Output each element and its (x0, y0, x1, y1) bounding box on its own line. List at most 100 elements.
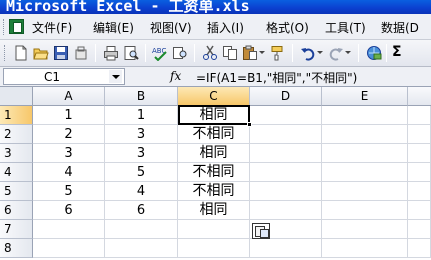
paste-dropdown-arrow[interactable] (259, 45, 265, 61)
formula-input[interactable]: =IF(A1=B1,"相同","不相同") (196, 69, 357, 86)
cell-c1[interactable]: 相同 (178, 106, 250, 125)
cell-a7[interactable] (33, 220, 105, 239)
window-title: Microsoft Excel - 工资单.xls (6, 0, 250, 14)
menu-view[interactable]: 视图(V) (150, 19, 192, 36)
column-header-a[interactable]: A (33, 87, 105, 106)
print-icon[interactable] (103, 45, 119, 61)
print-preview-icon[interactable] (123, 45, 139, 61)
cell-f4[interactable] (408, 163, 431, 182)
copy-icon[interactable] (222, 45, 238, 61)
toolbar-separator (145, 44, 146, 62)
paste-icon[interactable] (242, 45, 258, 61)
toolbar-separator (194, 44, 195, 62)
cell-a4[interactable]: 4 (33, 163, 105, 182)
new-icon[interactable] (13, 45, 29, 61)
cell-c5[interactable]: 不相同 (178, 182, 250, 201)
cell-c8[interactable] (178, 239, 250, 258)
column-header-e[interactable]: E (322, 87, 408, 106)
open-icon[interactable] (33, 45, 49, 61)
toolbar-grip[interactable] (4, 45, 7, 61)
paste-options-icon[interactable] (252, 223, 270, 239)
menu-file[interactable]: 文件(F) (32, 19, 72, 36)
column-header-b[interactable]: B (105, 87, 178, 106)
row-header[interactable]: 8 (0, 239, 33, 258)
cell-d5[interactable] (250, 182, 322, 201)
cell-e3[interactable] (322, 144, 408, 163)
cell-d6[interactable] (250, 201, 322, 220)
column-header-f[interactable] (408, 87, 431, 106)
cut-icon[interactable] (202, 45, 218, 61)
cell-f2[interactable] (408, 125, 431, 144)
cell-c6[interactable]: 相同 (178, 201, 250, 220)
row-header[interactable]: 5 (0, 182, 33, 201)
cell-f1[interactable] (408, 106, 431, 125)
cell-f6[interactable] (408, 201, 431, 220)
permission-icon[interactable] (73, 45, 89, 61)
cell-b7[interactable] (105, 220, 178, 239)
menu-bar: 文件(F) 编辑(E) 视图(V) 插入(I) 格式(O) 工具(T) 数据(D (0, 14, 431, 40)
cell-e5[interactable] (322, 182, 408, 201)
autosum-icon[interactable]: Σ (392, 44, 408, 60)
menu-insert[interactable]: 插入(I) (207, 19, 244, 36)
undo-icon[interactable] (300, 45, 316, 61)
column-header-c[interactable]: C (178, 87, 250, 106)
cell-f7[interactable] (408, 220, 431, 239)
cell-b1[interactable]: 1 (105, 106, 178, 125)
insert-function-icon[interactable]: fx (170, 69, 181, 83)
cell-f8[interactable] (408, 239, 431, 258)
redo-icon[interactable] (328, 45, 344, 61)
spelling-icon[interactable]: ABC (152, 45, 168, 61)
excel-app-icon[interactable] (9, 19, 24, 34)
cell-b6[interactable]: 6 (105, 201, 178, 220)
cell-e6[interactable] (322, 201, 408, 220)
menu-edit[interactable]: 编辑(E) (93, 19, 134, 36)
cell-c7[interactable] (178, 220, 250, 239)
cell-c4[interactable]: 不相同 (178, 163, 250, 182)
cell-d4[interactable] (250, 163, 322, 182)
cell-d8[interactable] (250, 239, 322, 258)
cell-a6[interactable]: 6 (33, 201, 105, 220)
cell-e1[interactable] (322, 106, 408, 125)
cell-d2[interactable] (250, 125, 322, 144)
undo-dropdown-arrow[interactable] (317, 45, 323, 61)
cell-e7[interactable] (322, 220, 408, 239)
format-painter-icon[interactable] (270, 45, 286, 61)
row-header[interactable]: 3 (0, 144, 33, 163)
cell-b4[interactable]: 5 (105, 163, 178, 182)
cell-a2[interactable]: 2 (33, 125, 105, 144)
menu-grip[interactable] (3, 19, 6, 35)
cell-c3[interactable]: 相同 (178, 144, 250, 163)
hyperlink-icon[interactable] (366, 45, 382, 61)
cell-e4[interactable] (322, 163, 408, 182)
cell-f3[interactable] (408, 144, 431, 163)
name-box[interactable]: C1 (3, 68, 125, 85)
menu-format[interactable]: 格式(O) (266, 19, 309, 36)
cell-a8[interactable] (33, 239, 105, 258)
row-header[interactable]: 6 (0, 201, 33, 220)
redo-dropdown-arrow[interactable] (345, 45, 351, 61)
menu-tools[interactable]: 工具(T) (325, 19, 366, 36)
name-box-dropdown-arrow[interactable] (109, 70, 122, 83)
cell-e2[interactable] (322, 125, 408, 144)
save-icon[interactable] (53, 45, 69, 61)
cell-f5[interactable] (408, 182, 431, 201)
column-header-d[interactable]: D (250, 87, 322, 106)
row-header[interactable]: 4 (0, 163, 33, 182)
row-header[interactable]: 7 (0, 220, 33, 239)
row-header[interactable]: 2 (0, 125, 33, 144)
cell-a5[interactable]: 5 (33, 182, 105, 201)
cell-b5[interactable]: 4 (105, 182, 178, 201)
cell-b8[interactable] (105, 239, 178, 258)
cell-b2[interactable]: 3 (105, 125, 178, 144)
cell-d3[interactable] (250, 144, 322, 163)
research-icon[interactable] (172, 45, 188, 61)
cell-a3[interactable]: 3 (33, 144, 105, 163)
select-all-corner[interactable] (0, 87, 33, 106)
cell-c2[interactable]: 不相同 (178, 125, 250, 144)
row-header[interactable]: 1 (0, 106, 33, 125)
cell-e8[interactable] (322, 239, 408, 258)
cell-b3[interactable]: 3 (105, 144, 178, 163)
menu-data[interactable]: 数据(D (381, 19, 419, 36)
cell-a1[interactable]: 1 (33, 106, 105, 125)
cell-d1[interactable] (250, 106, 322, 125)
